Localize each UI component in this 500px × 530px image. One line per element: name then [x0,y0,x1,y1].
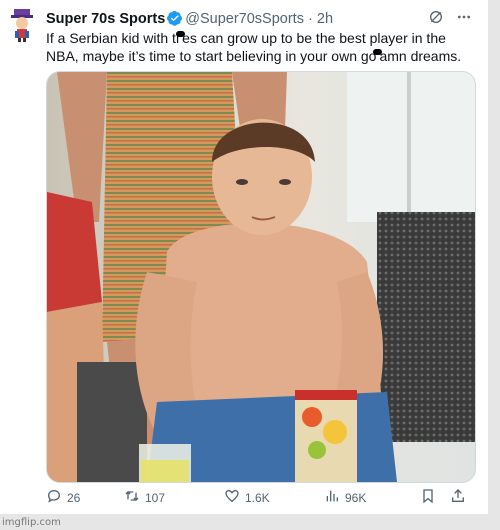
reply-count: 26 [67,490,81,505]
views-icon [324,488,340,507]
retweet-count: 107 [145,490,166,505]
tweet-text-part: amn dreams. [379,48,462,64]
tweet-text: If a Serbian kid with ti es can grow up t… [46,29,476,65]
timestamp[interactable]: 2h [317,11,333,27]
tweet-card[interactable]: Super 70s Sports @Super70sSports · 2h If … [0,0,488,514]
more-icon[interactable] [456,9,472,30]
bookmark-icon [420,488,436,507]
share-button[interactable] [450,488,470,507]
verified-badge-icon [167,10,183,31]
author-handle[interactable]: @Super70sSports [185,11,304,27]
tweet-header: Super 70s Sports @Super70sSports · 2h [46,10,333,31]
tweet-image[interactable] [46,71,476,483]
separator-dot: · [308,11,313,27]
action-bar: 26 107 1.6K 96K [46,488,476,507]
retweet-button[interactable]: 107 [124,488,224,507]
author-name[interactable]: Super 70s Sports [46,11,165,27]
header-actions [428,9,472,30]
like-icon [224,488,240,507]
retweet-icon [124,488,140,507]
views-button[interactable]: 96K [324,488,420,507]
like-count: 1.6K [245,490,270,505]
bookmark-button[interactable] [420,488,450,507]
like-button[interactable]: 1.6K [224,488,324,507]
reply-button[interactable]: 26 [46,488,124,507]
grok-icon[interactable] [428,9,444,30]
views-count: 96K [345,490,367,505]
avatar[interactable] [8,8,36,42]
share-icon [450,488,466,507]
tweet-text-part: If a Serbian kid with ti [46,30,180,46]
reply-icon [46,488,62,507]
watermark: imgflip.com [2,517,61,528]
